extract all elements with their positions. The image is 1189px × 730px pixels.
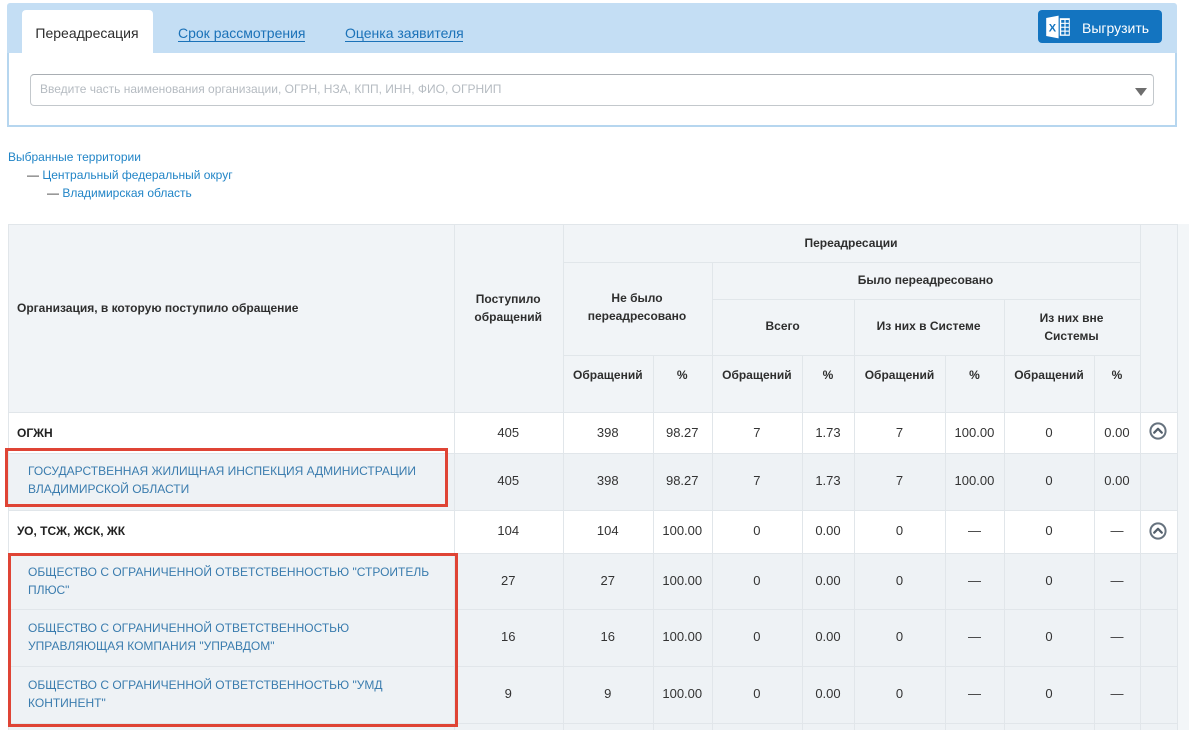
- svg-text:X: X: [1049, 23, 1057, 35]
